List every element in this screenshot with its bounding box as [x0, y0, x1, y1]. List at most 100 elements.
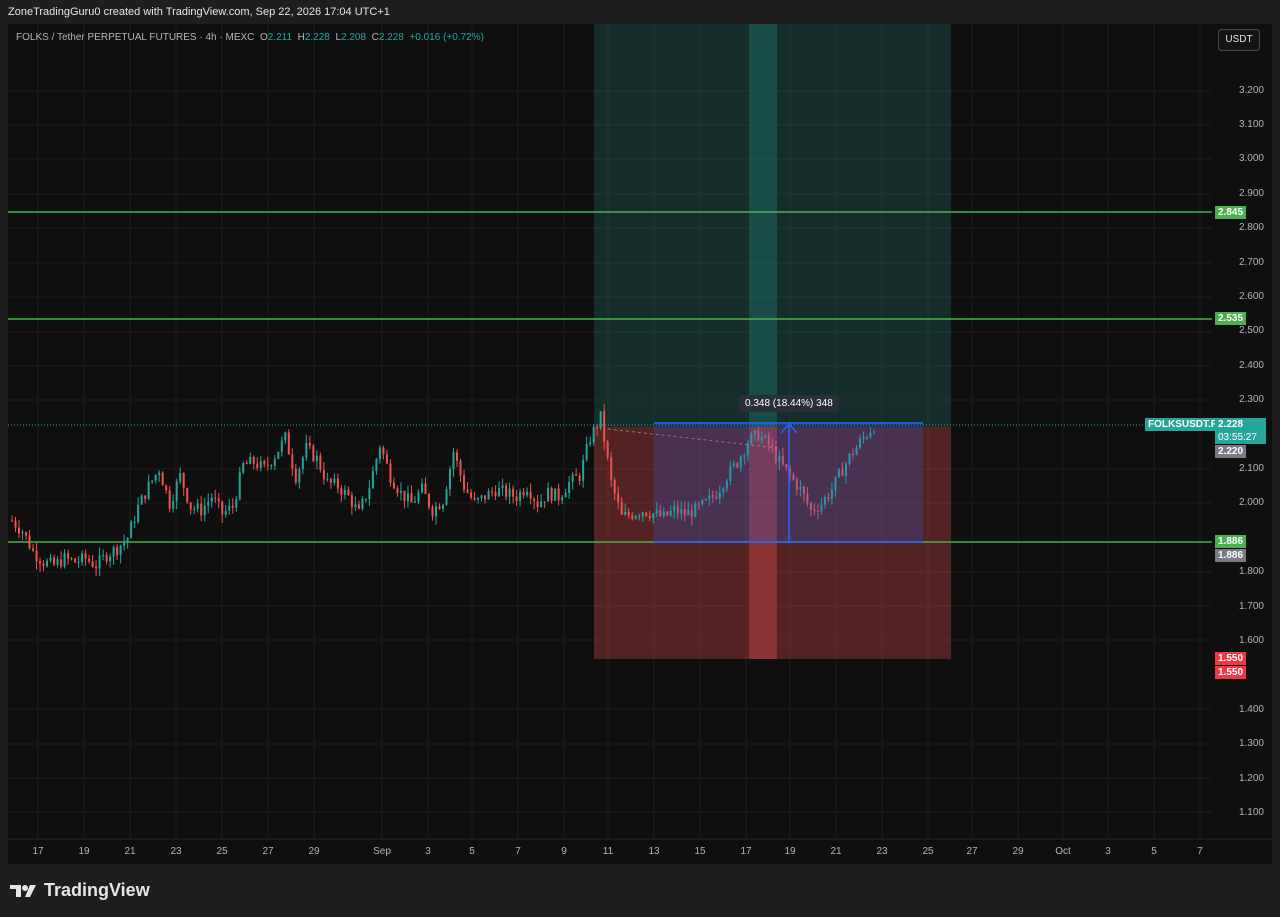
candle-body — [354, 504, 357, 508]
candle-body — [277, 451, 280, 459]
candle-body — [263, 461, 266, 465]
candle-body — [575, 474, 578, 476]
candle-body — [119, 545, 122, 555]
candle-body — [547, 488, 550, 502]
candle-body — [652, 513, 655, 519]
measure-label: 0.348 (18.44%) 348 — [739, 395, 839, 412]
candle-body — [434, 506, 437, 517]
candle-body — [627, 512, 630, 516]
candle-body — [56, 559, 59, 565]
candle-body — [406, 493, 409, 502]
candle-body — [648, 515, 651, 519]
candle-body — [438, 506, 441, 510]
candlestick-chart[interactable] — [8, 24, 1272, 864]
time-label: 15 — [694, 846, 706, 857]
candle-body — [631, 515, 634, 519]
candle-body — [620, 502, 623, 515]
candle-body — [463, 475, 466, 490]
candle-body — [109, 556, 112, 562]
stop-tag: 1.550 — [1215, 652, 1247, 665]
candle-body — [557, 488, 560, 501]
price-label: 2.400 — [1238, 359, 1264, 371]
candle-body — [585, 444, 588, 460]
candle-body — [210, 497, 213, 502]
candle-body — [301, 457, 304, 469]
candle-body — [449, 469, 452, 490]
candle-body — [382, 447, 385, 455]
chart-legend: FOLKS / Tether PERPETUAL FUTURES · 4h · … — [16, 32, 484, 43]
price-label: 3.000 — [1238, 153, 1264, 165]
candle-body — [112, 547, 115, 557]
candle-body — [291, 454, 294, 469]
time-label: 5 — [469, 846, 475, 857]
candle-body — [378, 447, 381, 460]
candle-body — [466, 489, 469, 493]
candle-body — [238, 472, 241, 500]
candle-body — [245, 463, 248, 465]
candle-body — [116, 547, 119, 555]
candle-body — [88, 558, 91, 562]
candle-body — [95, 566, 98, 569]
candle-body — [512, 488, 515, 497]
candle-body — [130, 522, 133, 539]
price-label: 2.800 — [1238, 222, 1264, 234]
candle-body — [42, 563, 45, 567]
candle-body — [266, 464, 269, 466]
price-label: 1.600 — [1238, 635, 1264, 646]
candle-body — [543, 501, 546, 503]
candle-body — [445, 489, 448, 505]
candle-body — [571, 474, 574, 482]
time-label: Sep — [373, 846, 391, 857]
candle-body — [315, 455, 318, 461]
candle-body — [357, 504, 360, 509]
candle-body — [336, 478, 339, 489]
legend-open-value: 2.211 — [267, 32, 293, 43]
candle-body — [70, 558, 73, 560]
time-label: 25 — [216, 846, 228, 857]
chart-area[interactable]: FOLKS / Tether PERPETUAL FUTURES · 4h · … — [8, 24, 1272, 864]
candle-body — [144, 495, 147, 499]
time-label: 17 — [740, 846, 752, 857]
candle-body — [126, 538, 129, 542]
candle-body — [294, 468, 297, 483]
candle-body — [39, 561, 42, 564]
candle-body — [578, 475, 581, 481]
last-price-tag: 2.228 — [1215, 418, 1266, 431]
candle-body — [221, 501, 224, 515]
candle-body — [624, 512, 627, 515]
candle-body — [582, 459, 585, 481]
time-label: 9 — [561, 846, 567, 857]
candle-body — [389, 463, 392, 483]
candle-body — [217, 498, 220, 502]
candle-body — [599, 411, 602, 428]
countdown-tag: 03:55:27 — [1215, 431, 1266, 444]
candle-body — [473, 497, 476, 500]
time-label: 29 — [1012, 846, 1024, 857]
candle-body — [151, 480, 154, 482]
price-label: 1.400 — [1238, 703, 1264, 715]
tradingview-brand[interactable]: TradingView — [10, 880, 150, 901]
candle-body — [158, 472, 161, 475]
candle-body — [284, 432, 287, 441]
time-label: 19 — [78, 846, 90, 857]
candle-body — [347, 489, 350, 496]
candle-body — [21, 532, 24, 534]
candle-body — [634, 516, 637, 519]
time-label: 5 — [1151, 846, 1157, 857]
time-label: 21 — [830, 846, 842, 857]
candle-body — [147, 481, 150, 499]
time-label: 25 — [922, 846, 934, 857]
candle-body — [645, 512, 648, 516]
price-label: 2.900 — [1238, 187, 1264, 199]
candle-body — [410, 493, 413, 503]
time-label: 7 — [515, 846, 521, 857]
candle-body — [193, 508, 196, 510]
candle-body — [396, 488, 399, 494]
candle-body — [67, 553, 70, 559]
candle-body — [305, 443, 308, 458]
candle-body — [81, 553, 84, 562]
currency-button[interactable]: USDT — [1218, 29, 1260, 51]
candle-body — [522, 491, 525, 496]
candle-body — [326, 478, 329, 480]
prev-price-tag: 2.220 — [1215, 445, 1247, 458]
